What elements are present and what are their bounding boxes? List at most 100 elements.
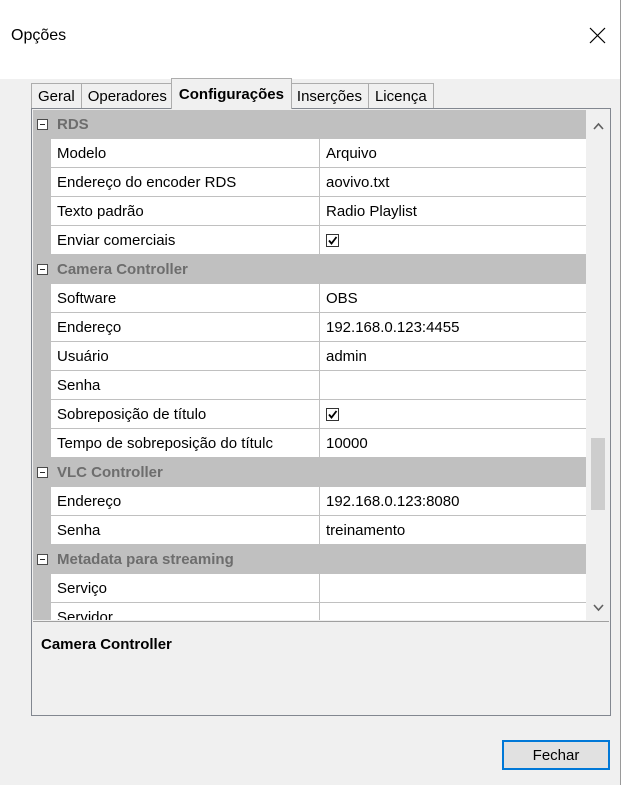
tab-geral[interactable]: Geral [31,83,82,109]
tab-insercoes[interactable]: Inserções [289,83,369,109]
category-row[interactable]: Metadata para streaming [33,545,586,574]
property-row[interactable]: Modelo Arquivo [33,139,586,168]
minus-box-icon [36,264,48,275]
tab-label: Licença [374,88,427,105]
property-name[interactable]: Sobreposição de título [51,400,320,429]
property-row[interactable]: Usuário admin [33,342,586,371]
title-bar: Opções [0,0,620,79]
minus-box-icon [36,467,48,478]
property-grid[interactable]: RDS Modelo Arquivo Endereço do encoder RDS a… [33,110,586,620]
property-name[interactable]: Servidor [51,603,320,620]
tab-label: Geral [38,88,75,105]
tab-label: Configurações [178,85,284,103]
property-checkbox[interactable] [326,233,339,247]
property-row[interactable]: Enviar comerciais [33,226,586,255]
property-row[interactable]: Endereço 192.168.0.123:4455 [33,313,586,342]
row-gutter [33,139,51,168]
minus-box-icon [36,554,48,565]
category-row[interactable]: VLC Controller [33,458,586,487]
chevron-up-icon [592,122,604,130]
category-label: RDS [57,116,89,133]
checkmark-icon [328,409,338,419]
property-value[interactable] [320,226,586,255]
property-row[interactable]: Sobreposição de título [33,400,586,429]
collapse-icon[interactable] [33,110,51,139]
property-value[interactable] [320,371,586,400]
row-gutter [33,284,51,313]
category-label: VLC Controller [57,464,163,481]
property-checkbox[interactable] [326,407,339,421]
property-row[interactable]: Senha [33,371,586,400]
scroll-thumb[interactable] [591,438,605,510]
property-name[interactable]: Enviar comerciais [51,226,320,255]
row-gutter [33,487,51,516]
window-title: Opções [11,27,67,44]
settings-panel: RDS Modelo Arquivo Endereço do encoder RDS a… [31,108,611,716]
property-row[interactable]: Serviço [33,574,586,603]
property-value[interactable]: 192.168.0.123:4455 [320,313,586,342]
property-row[interactable]: Senha treinamento [33,516,586,545]
scroll-down-button[interactable] [586,596,610,620]
checkmark-icon [328,235,338,245]
property-value[interactable] [320,400,586,429]
property-row[interactable]: Software OBS [33,284,586,313]
property-name[interactable]: Endereço [51,313,320,342]
description-title: Camera Controller [41,636,172,653]
collapse-icon[interactable] [33,458,51,487]
property-name[interactable]: Endereço [51,487,320,516]
row-gutter [33,342,51,371]
property-value[interactable] [320,574,586,603]
property-row[interactable]: Endereço do encoder RDS aovivo.txt [33,168,586,197]
property-name[interactable]: Tempo de sobreposição do títulc [51,429,320,458]
property-name[interactable]: Software [51,284,320,313]
property-value[interactable]: admin [320,342,586,371]
tab-operadores[interactable]: Operadores [80,83,174,109]
property-name[interactable]: Endereço do encoder RDS [51,168,320,197]
row-gutter [33,371,51,400]
property-name[interactable]: Senha [51,516,320,545]
row-gutter [33,429,51,458]
row-gutter [33,400,51,429]
chevron-down-icon [592,604,604,612]
description-pane: Camera Controller [33,621,609,715]
close-window-button[interactable] [574,12,620,58]
tab-strip: Geral Operadores Configurações Inserções… [31,77,434,109]
property-value[interactable]: Arquivo [320,139,586,168]
property-value[interactable]: 192.168.0.123:8080 [320,487,586,516]
minus-box-icon [36,119,48,130]
property-value[interactable]: OBS [320,284,586,313]
property-row[interactable]: Texto padrão Radio Playlist [33,197,586,226]
row-gutter [33,313,51,342]
row-gutter [33,226,51,255]
row-gutter [33,516,51,545]
property-value[interactable]: treinamento [320,516,586,545]
tab-licenca[interactable]: Licença [367,83,434,109]
category-row[interactable]: RDS [33,110,586,139]
property-name[interactable]: Serviço [51,574,320,603]
close-icon [589,27,605,43]
property-value[interactable] [320,603,586,620]
property-value[interactable]: 10000 [320,429,586,458]
tab-label: Operadores [87,88,167,105]
property-row[interactable]: Tempo de sobreposição do títulc 10000 [33,429,586,458]
property-name[interactable]: Usuário [51,342,320,371]
collapse-icon[interactable] [33,545,51,574]
scroll-up-button[interactable] [586,114,610,138]
fechar-button[interactable]: Fechar [502,740,610,770]
tab-configuracoes[interactable]: Configurações [170,78,292,109]
category-label: Metadata para streaming [57,551,234,568]
property-row[interactable]: Endereço 192.168.0.123:8080 [33,487,586,516]
property-value[interactable]: Radio Playlist [320,197,586,226]
property-row[interactable]: Servidor [33,603,586,620]
property-name[interactable]: Senha [51,371,320,400]
row-gutter [33,168,51,197]
category-row[interactable]: Camera Controller [33,255,586,284]
property-value[interactable]: aovivo.txt [320,168,586,197]
options-dialog: Opções Geral Operadores Configurações In… [0,0,621,785]
category-label: Camera Controller [57,261,188,278]
property-name[interactable]: Modelo [51,139,320,168]
collapse-icon[interactable] [33,255,51,284]
property-name[interactable]: Texto padrão [51,197,320,226]
vertical-scrollbar[interactable] [586,110,610,620]
row-gutter [33,603,51,620]
